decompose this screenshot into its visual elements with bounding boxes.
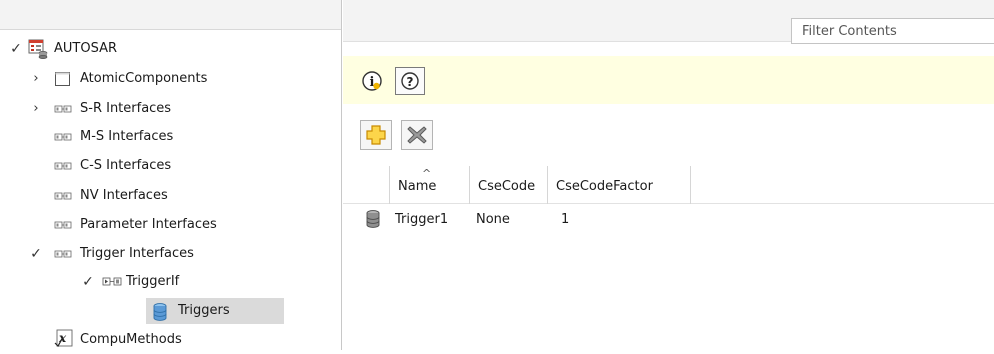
tree-node-label: CompuMethods bbox=[80, 332, 182, 347]
tree-node-triggers[interactable]: Triggers bbox=[0, 296, 341, 324]
table-header: ^ Name CseCode CseCodeFactor bbox=[343, 166, 994, 204]
interface-icon bbox=[54, 246, 72, 262]
compu-method-icon: x bbox=[54, 329, 73, 347]
tree-node-label: Triggers bbox=[178, 303, 230, 318]
column-header-name[interactable]: ^ Name bbox=[390, 166, 470, 204]
tree-node-atomic-components[interactable]: › AtomicComponents bbox=[0, 65, 341, 93]
interface-icon bbox=[54, 217, 72, 233]
toolbar bbox=[343, 116, 994, 150]
chevron-right-icon[interactable]: › bbox=[28, 70, 44, 88]
tree-node-triggerif[interactable]: ✓ TriggerIf bbox=[0, 268, 341, 296]
cell-csecode: None bbox=[476, 212, 510, 227]
chevron-right-icon[interactable]: › bbox=[28, 100, 44, 118]
svg-text:i: i bbox=[370, 75, 375, 90]
tree-header bbox=[0, 0, 341, 30]
tree-node-label: AUTOSAR bbox=[54, 41, 118, 56]
tree-node-parameter-interfaces[interactable]: Parameter Interfaces bbox=[0, 211, 341, 239]
chevron-down-icon[interactable]: ✓ bbox=[28, 245, 44, 263]
tree-node-label: Parameter Interfaces bbox=[80, 217, 217, 232]
content-header bbox=[343, 0, 994, 44]
column-header-csecode[interactable]: CseCode bbox=[470, 166, 548, 204]
column-header-label: CseCodeFactor bbox=[556, 179, 653, 194]
tree-node-autosar[interactable]: ✓ AUTOSAR bbox=[0, 35, 341, 63]
cell-csecodefactor: 1 bbox=[561, 212, 570, 227]
trigger-interface-icon bbox=[102, 274, 122, 290]
interface-icon bbox=[54, 129, 72, 145]
interface-icon bbox=[54, 101, 72, 117]
delete-icon bbox=[402, 126, 432, 153]
delete-button[interactable] bbox=[401, 120, 433, 150]
tree-node-label: S-R Interfaces bbox=[80, 101, 172, 116]
tree-node-label: C-S Interfaces bbox=[80, 158, 172, 173]
add-icon bbox=[361, 125, 391, 153]
component-icon bbox=[54, 71, 72, 87]
chevron-down-icon[interactable]: ✓ bbox=[80, 273, 96, 291]
content-pane: i ? bbox=[343, 0, 994, 350]
interface-icon bbox=[54, 188, 72, 204]
tree-node-ms-interfaces[interactable]: M-S Interfaces bbox=[0, 123, 341, 151]
add-button[interactable] bbox=[360, 120, 392, 150]
tree-node-nv-interfaces[interactable]: NV Interfaces bbox=[0, 182, 341, 210]
info-icon[interactable]: i bbox=[360, 69, 386, 93]
tree-node-sr-interfaces[interactable]: › S-R Interfaces bbox=[0, 95, 341, 123]
tree-node-label: Trigger Interfaces bbox=[80, 246, 194, 261]
column-header-icon bbox=[343, 166, 390, 204]
autosar-package-icon bbox=[28, 39, 48, 59]
interface-icon bbox=[54, 158, 72, 174]
database-icon bbox=[152, 303, 170, 321]
tree-node-label: NV Interfaces bbox=[80, 188, 168, 203]
tree-node-label: TriggerIf bbox=[126, 274, 180, 289]
database-icon bbox=[365, 210, 381, 232]
chevron-down-icon[interactable]: ✓ bbox=[8, 40, 24, 58]
column-header-label: CseCode bbox=[478, 179, 536, 194]
tree-node-trigger-interfaces[interactable]: ✓ Trigger Interfaces bbox=[0, 240, 341, 268]
cell-name: Trigger1 bbox=[395, 212, 449, 227]
help-icon: ? bbox=[396, 72, 424, 98]
tree-node-cs-interfaces[interactable]: C-S Interfaces bbox=[0, 152, 341, 180]
tree-pane: ✓ AUTOSAR › AtomicComponents › S-R Inter… bbox=[0, 0, 342, 350]
info-bar: i ? bbox=[343, 56, 994, 104]
help-button[interactable]: ? bbox=[395, 67, 425, 95]
svg-text:?: ? bbox=[407, 75, 414, 89]
column-header-csecodefactor[interactable]: CseCodeFactor bbox=[548, 166, 691, 204]
tree-node-label: AtomicComponents bbox=[80, 71, 208, 86]
tree-node-label: M-S Interfaces bbox=[80, 129, 174, 144]
filter-input[interactable] bbox=[791, 18, 994, 44]
column-header-label: Name bbox=[398, 179, 437, 194]
